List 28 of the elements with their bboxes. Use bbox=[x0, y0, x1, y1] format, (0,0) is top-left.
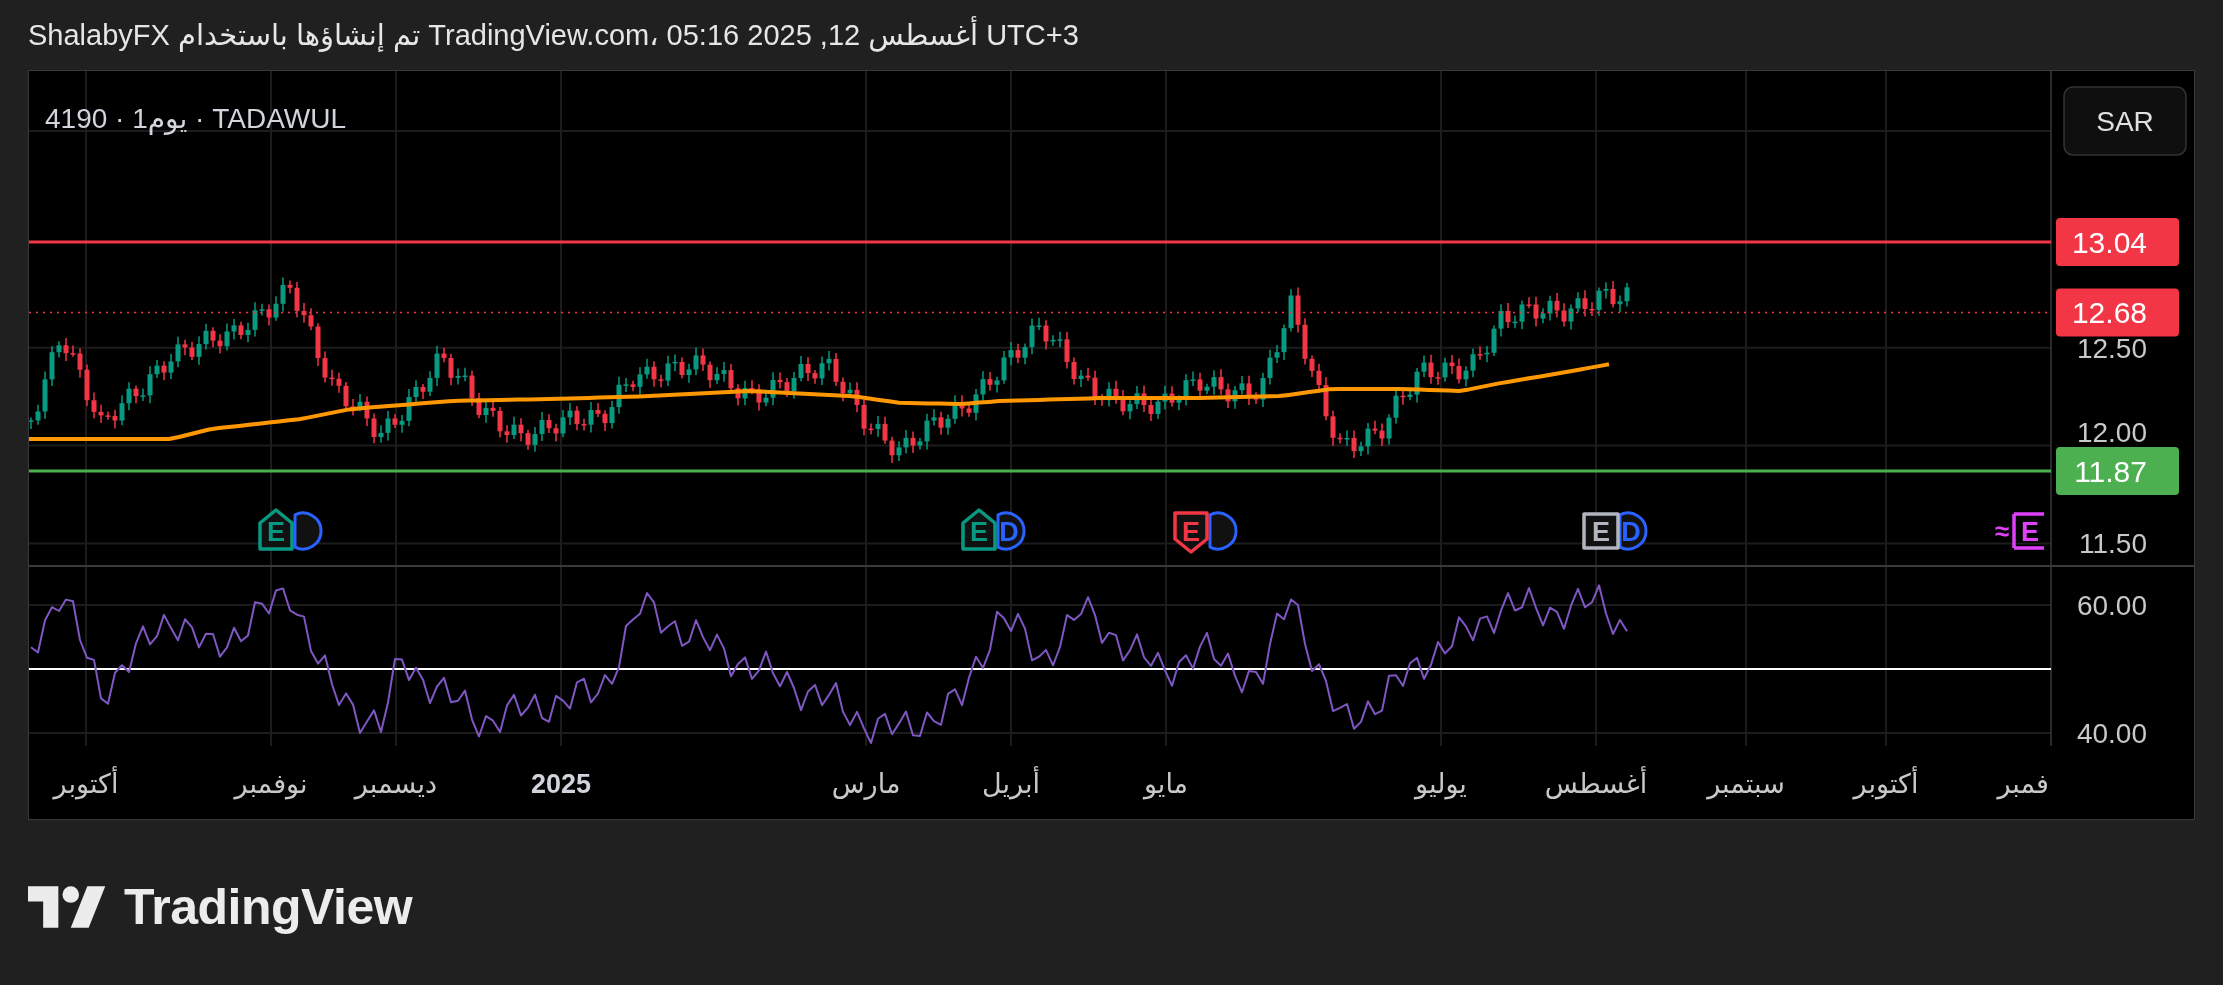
price-tag: 11.87 bbox=[2056, 446, 2179, 495]
dividend-marker[interactable]: D bbox=[1618, 511, 1648, 551]
currency-button[interactable]: SAR bbox=[2063, 86, 2187, 156]
time-axis-label: مايو bbox=[1143, 769, 1189, 799]
dividend-marker[interactable] bbox=[293, 511, 323, 551]
time-axis-label: ديسمبر bbox=[354, 769, 438, 799]
dividend-marker[interactable]: D bbox=[996, 511, 1026, 551]
price-axis-label: 11.50 bbox=[2079, 528, 2147, 560]
earnings-marker[interactable]: E bbox=[1582, 512, 1620, 550]
logo-icon bbox=[28, 886, 108, 928]
symbol-label: 4190 · 1يوم · TADAWUL bbox=[45, 103, 346, 134]
time-axis-label: يوليو bbox=[1415, 769, 1467, 799]
time-axis-label: 2025 bbox=[530, 769, 592, 799]
price-axis-label: 12.00 bbox=[2076, 417, 2147, 448]
logo-text: TradingView bbox=[124, 878, 413, 936]
attribution-text: ShalabyFX تم إنشاؤها باستخدام TradingView.com، أغسطس 12, 2025 05:16 UTC+3 bbox=[28, 18, 1079, 52]
earnings-marker[interactable]: E bbox=[258, 508, 294, 551]
price-tag: 13.04 bbox=[2056, 218, 2179, 266]
dividend-marker[interactable] bbox=[1208, 511, 1238, 551]
earnings-marker[interactable]: E bbox=[1173, 511, 1209, 554]
time-axis-label: فمبر bbox=[1997, 769, 2049, 799]
rsi-axis-label: 60.00 bbox=[2076, 590, 2147, 621]
rsi-axis-label: 40.00 bbox=[2076, 718, 2147, 749]
time-axis-label: سبتمبر bbox=[1707, 769, 1785, 799]
price-tag: 12.68 bbox=[2056, 288, 2179, 337]
earnings-marker[interactable]: E bbox=[961, 508, 997, 551]
time-axis-label: مارس bbox=[831, 769, 901, 799]
time-axis-label: نوفمبر bbox=[234, 769, 308, 799]
